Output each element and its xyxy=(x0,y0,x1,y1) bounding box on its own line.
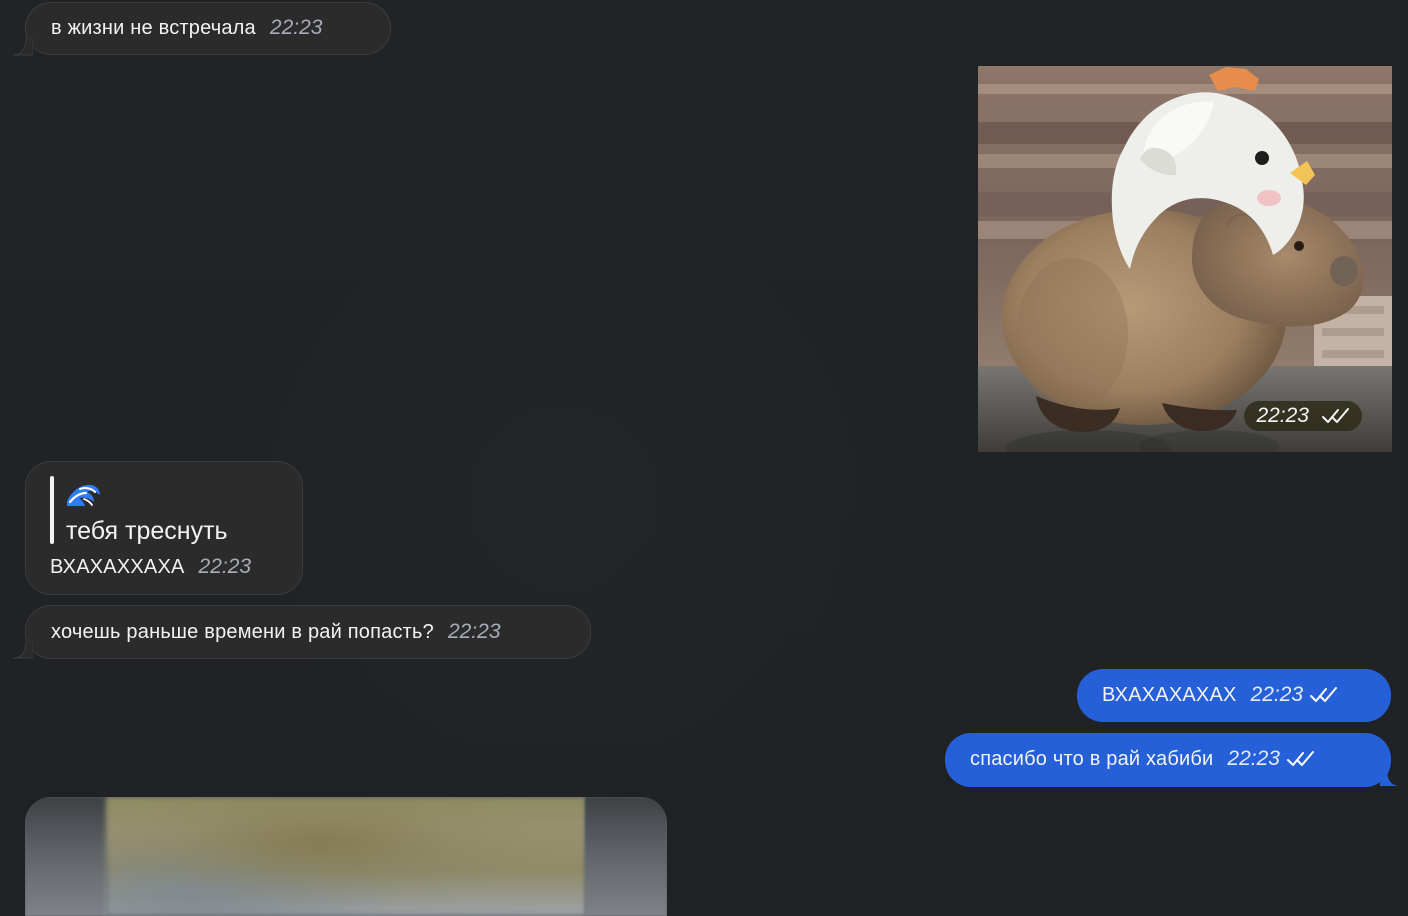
image-time: 22:23 xyxy=(1256,404,1309,427)
message-bubble-outgoing-1[interactable]: ВХАХАХАХАХ 22:23 xyxy=(1077,669,1391,722)
wave-emoji-icon xyxy=(67,484,100,506)
bubble-tail-icon xyxy=(1380,769,1400,786)
message-time: 22:23 xyxy=(1227,747,1280,770)
double-check-icon xyxy=(1286,751,1314,766)
double-check-icon xyxy=(1322,408,1349,423)
message-bubble-outgoing-2[interactable]: спасибо что в рай хабиби 22:23 xyxy=(945,733,1391,787)
chat-view: в жизни не встречала 22:23 22:23 тебя тр… xyxy=(0,0,1408,916)
capybara-photo xyxy=(978,66,1392,452)
reply-quote: тебя треснуть xyxy=(50,476,270,545)
message-text: хочешь раньше времени в рай попасть? xyxy=(51,621,434,643)
sticker-image[interactable]: 22:23 xyxy=(978,66,1392,452)
message-time: 22:23 xyxy=(269,16,323,39)
message-bubble-incoming-1[interactable]: в жизни не встречала 22:23 xyxy=(25,2,391,55)
image-time-badge: 22:23 xyxy=(1244,401,1362,431)
message-bubble-incoming-3[interactable]: хочешь раньше времени в рай попасть? 22:… xyxy=(25,605,591,659)
message-text: в жизни не встречала xyxy=(51,17,256,39)
message-time: 22:23 xyxy=(447,620,501,643)
bubble-tail-icon xyxy=(13,641,33,659)
video-thumbnail xyxy=(106,797,586,916)
message-time: 22:23 xyxy=(198,555,252,578)
quote-bar xyxy=(50,476,54,544)
message-text: спасибо что в рай хабиби xyxy=(970,748,1214,770)
double-check-icon xyxy=(1310,687,1338,702)
video-left-blur xyxy=(25,797,107,916)
video-right-blur xyxy=(585,797,667,916)
quoted-message-text: тебя треснуть xyxy=(66,517,228,545)
message-text: ВХАХАХХАХА xyxy=(50,556,185,578)
bubble-tail-icon xyxy=(13,38,33,56)
message-time: 22:23 xyxy=(1250,683,1304,706)
message-text: ВХАХАХАХАХ xyxy=(1102,684,1237,706)
video-preview[interactable] xyxy=(25,797,667,916)
